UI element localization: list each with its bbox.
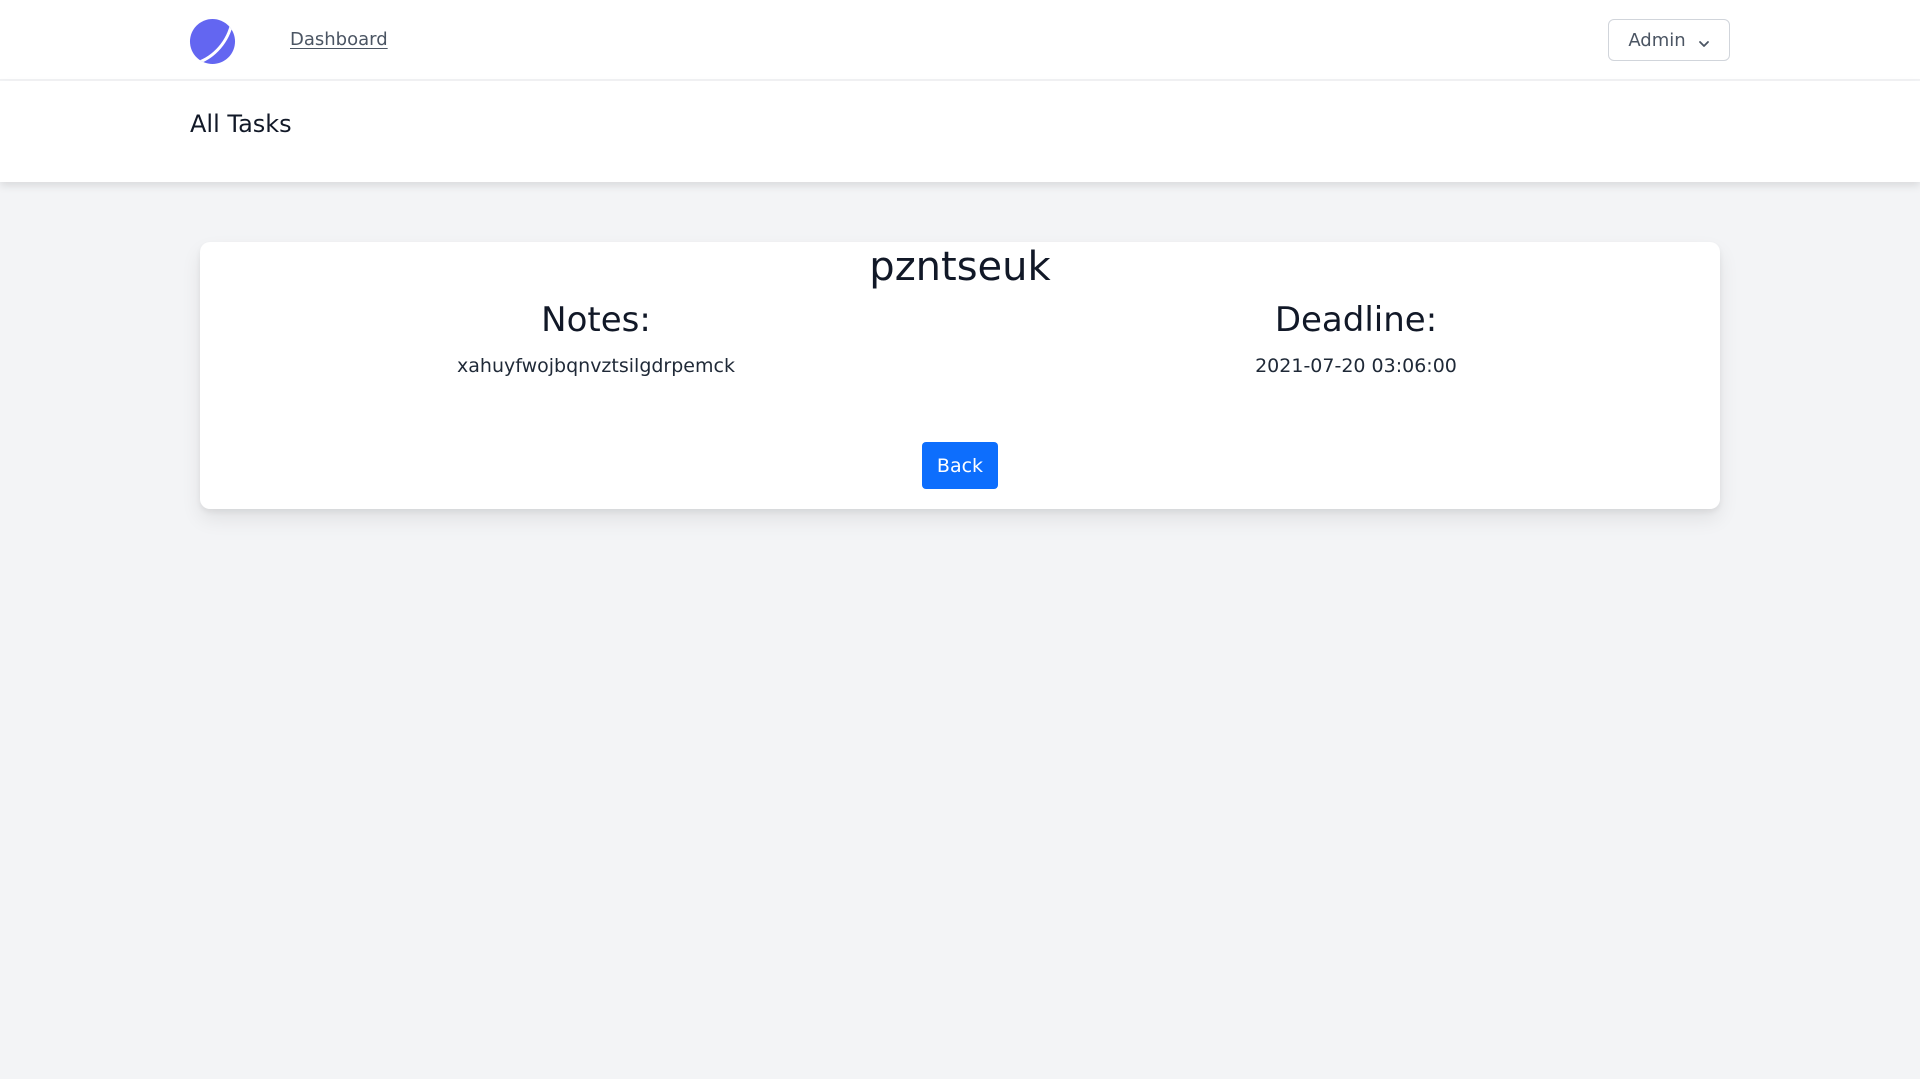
notes-section: Notes: xahuyfwojbqnvztsilgdrpemck	[336, 298, 856, 378]
task-detail-card: pzntseuk Notes: xahuyfwojbqnvztsilgdrpem…	[200, 242, 1720, 509]
deadline-value: 2021-07-20 03:06:00	[1255, 355, 1457, 377]
deadline-heading: Deadline:	[1274, 300, 1438, 340]
page-title: All Tasks	[190, 110, 292, 138]
deadline-section: Deadline: 2021-07-20 03:06:00	[1096, 298, 1616, 378]
task-title: pzntseuk	[869, 244, 1051, 290]
user-menu-dropdown[interactable]: Admin	[1608, 19, 1730, 61]
top-navbar: Dashboard Admin	[0, 0, 1920, 80]
notes-heading: Notes:	[541, 300, 651, 340]
nav-link-dashboard[interactable]: Dashboard	[290, 29, 388, 50]
chevron-down-icon	[1698, 34, 1710, 47]
back-button[interactable]: Back	[922, 442, 998, 489]
notes-value: xahuyfwojbqnvztsilgdrpemck	[457, 355, 735, 377]
app-logo-icon[interactable]	[189, 18, 236, 65]
user-menu-label: Admin	[1628, 29, 1686, 51]
page-header: All Tasks	[0, 81, 1920, 182]
